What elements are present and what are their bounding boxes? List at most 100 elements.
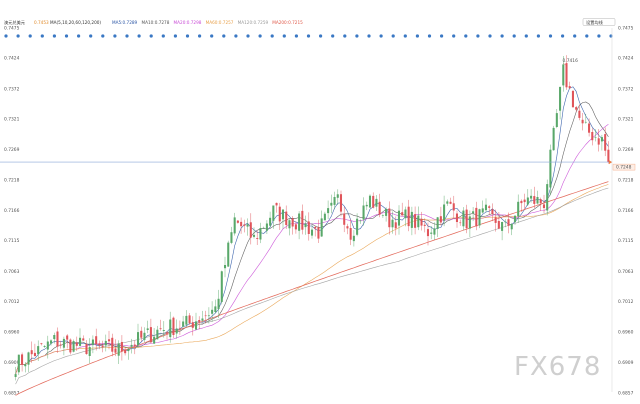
candle-body [243,224,246,226]
candle [175,319,178,339]
marker-dot [585,34,589,38]
candle-body [539,199,542,204]
candle-body [40,343,43,345]
y-tick-label-left: 0.7424 [4,56,20,62]
candle [555,109,558,129]
marker-dot [234,34,238,38]
candle [172,316,175,339]
marker-dot [476,34,480,38]
candle [410,206,413,236]
marker-dot [16,34,20,38]
candle-body [294,224,297,230]
chart-svg: 澳元兑美元 0.7453 MA(5,10,20,60,120,200) MA5:… [0,18,636,397]
candle-body [372,195,375,208]
y-tick-label-left: 0.7321 [4,117,20,123]
candle [375,195,378,211]
candle [310,222,314,239]
candle [349,219,352,246]
candle [272,205,275,229]
marker-dot [488,34,492,38]
candle-body [352,235,355,242]
candle-body [465,209,468,229]
y-tick-label-left: 0.7012 [4,299,20,305]
candle-body [230,232,233,243]
y-tick-label-left: 0.7372 [4,86,20,92]
candle [397,205,401,235]
marker-dot [597,34,601,38]
candle [588,118,591,137]
candle-body [510,224,513,230]
candle-body [362,205,365,220]
marker-dot [524,34,528,38]
candle [459,219,462,226]
candle [178,320,181,335]
marker-dot [294,34,298,38]
candle-body [501,222,504,231]
candle-body [549,149,552,188]
price-tag: 0.7453 [34,20,49,25]
candle-body [575,107,578,110]
candle [291,216,294,235]
candle-body [220,271,223,302]
candle-body [552,127,555,151]
candle-body [46,341,49,350]
candle-body [314,227,317,229]
marker-dot-row [4,34,613,38]
y-tick-label-right: 0.7475 [618,26,634,32]
candle-body [162,330,165,331]
candle-body [246,224,249,227]
candle [365,201,368,211]
candle [559,86,562,120]
candle-body [559,86,562,111]
candle-body [62,338,65,348]
marker-dot [561,34,565,38]
candle-body [178,327,181,329]
candle [240,217,243,234]
ma-legend-item: MA200:0.7215 [272,20,303,25]
candle-body [339,194,343,212]
candle [362,197,365,226]
candle-body [211,309,214,314]
candle-body [481,208,484,213]
marker-dot [173,34,177,38]
candle [236,220,239,224]
candle-body [259,228,262,240]
candle-body [214,306,217,312]
candle-body [365,204,368,207]
y-tick-label-right: 0.7166 [618,208,634,214]
candle-body [21,354,24,365]
candle-body [114,348,117,353]
candle [227,240,230,267]
candle [285,205,288,229]
marker-dot [137,34,141,38]
candle-body [240,221,243,227]
candle-body [523,199,526,203]
candle [352,230,355,247]
candle-body [484,204,487,211]
candle [407,199,410,232]
candle-body [530,195,533,199]
candle [320,210,323,237]
candle-body [333,197,336,205]
candle-body [404,209,407,219]
candle-body [420,218,423,226]
candle-body [504,221,507,223]
candle [368,194,372,208]
candle-body [120,342,123,352]
marker-dot [440,34,444,38]
candle-body [446,201,449,204]
candle [201,310,204,322]
candle [385,207,388,222]
marker-dot [28,34,32,38]
candle-body [75,342,78,346]
candle [156,325,159,340]
candle [69,338,72,355]
y-tick-label-left: 0.7218 [4,177,20,183]
candle-body [285,211,288,225]
marker-dot [355,34,359,38]
marker-dot [427,34,432,38]
candle-body [578,110,581,118]
candle-body [600,137,603,142]
candle [359,219,362,224]
y-tick-label-left: 0.6857 [4,391,20,397]
